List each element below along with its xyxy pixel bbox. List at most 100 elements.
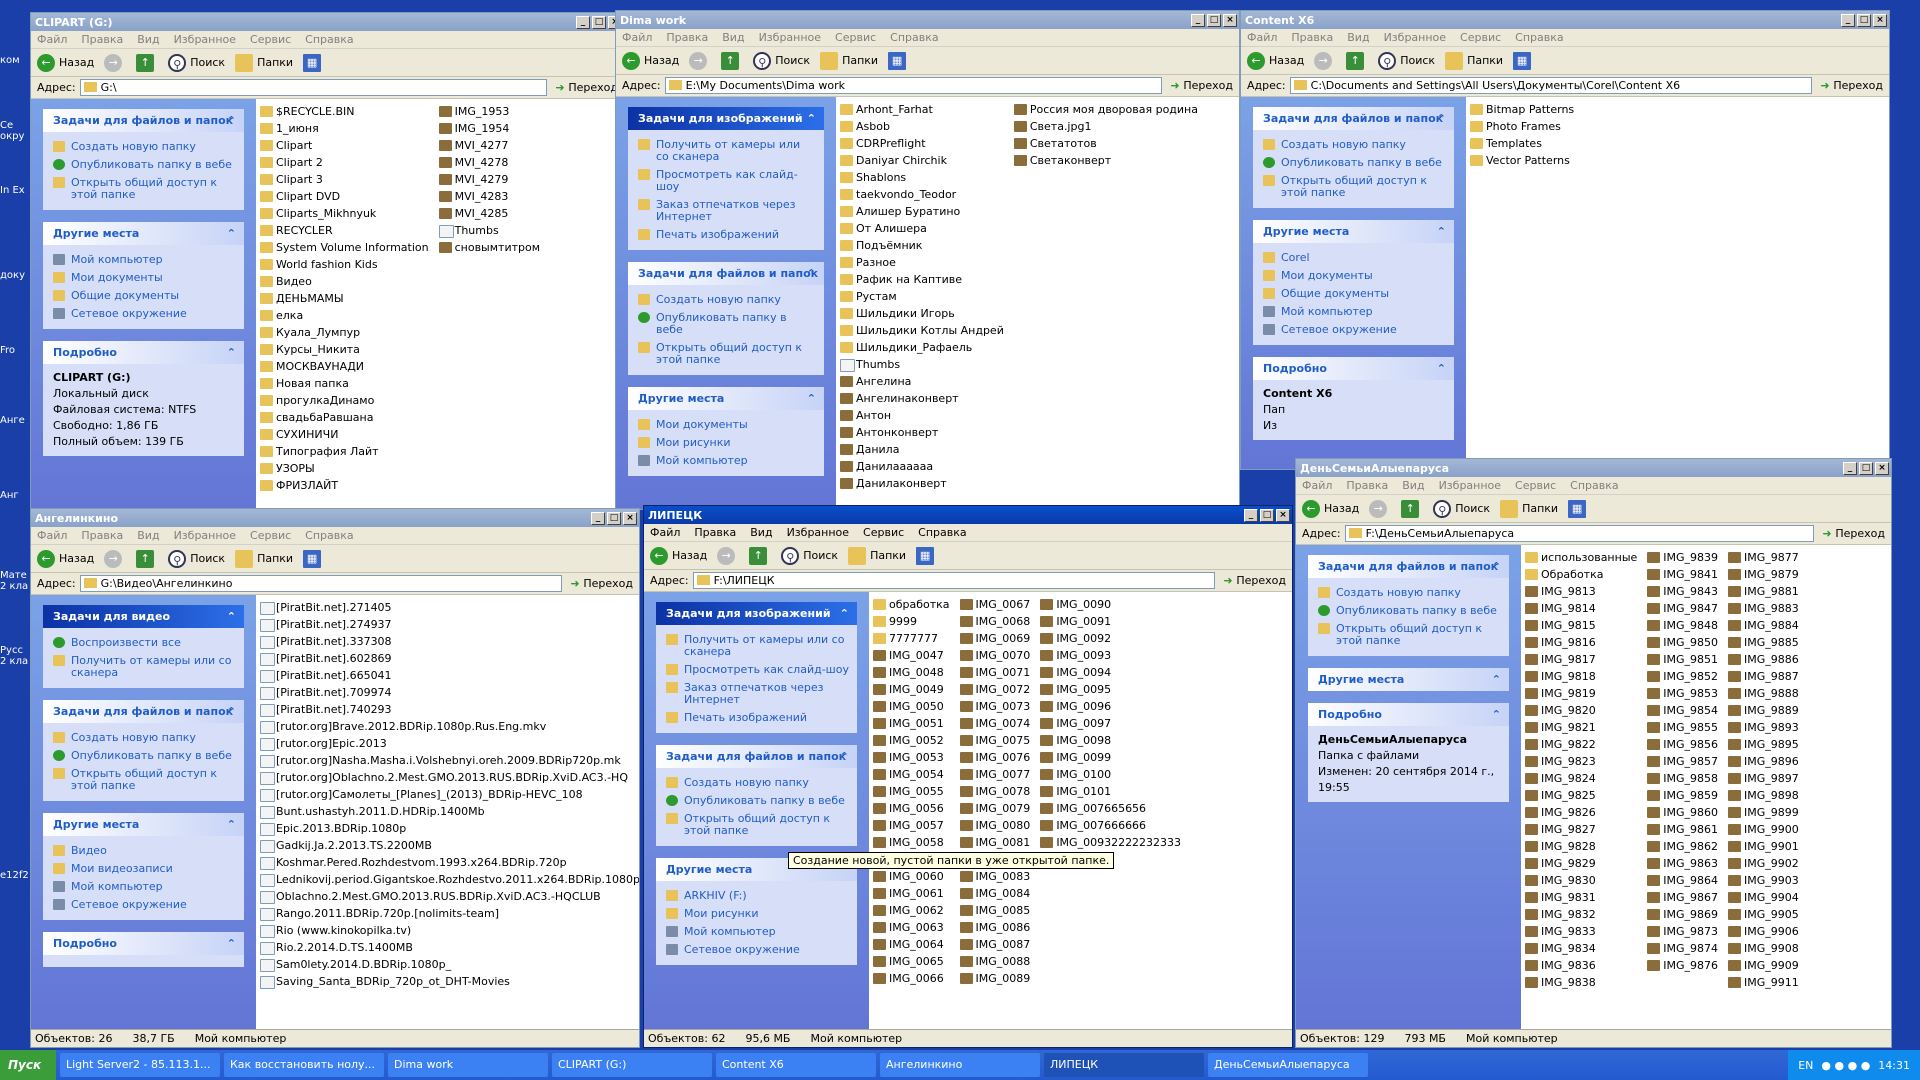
file-item[interactable]: От Алишера [838, 220, 1004, 237]
task-link[interactable]: ARKHIV (F:) [664, 887, 849, 905]
file-item[interactable]: IMG_9816 [1523, 634, 1637, 651]
file-item[interactable]: Bunt.ushastyh.2011.D.HDRip.1400Mb [258, 803, 639, 820]
file-item[interactable]: IMG_9839 [1645, 549, 1718, 566]
task-link[interactable]: Мой компьютер [636, 452, 816, 470]
file-item[interactable]: Алишер Буратино [838, 203, 1004, 220]
file-item[interactable]: IMG_0095 [1038, 681, 1181, 698]
file-item[interactable]: Saving_Santa_BDRip_720p_ot_DHT-Movies [258, 973, 639, 990]
file-item[interactable]: MVI_4278 [437, 154, 540, 171]
task-link[interactable]: Открыть общий доступ к этой папке [51, 765, 236, 795]
file-item[interactable]: IMG_9833 [1523, 923, 1637, 940]
back-button[interactable]: ← Назад [37, 549, 94, 568]
file-item[interactable]: Обработка [1523, 566, 1637, 583]
file-item[interactable]: IMG_9855 [1645, 719, 1718, 736]
file-item[interactable]: IMG_9905 [1726, 906, 1799, 923]
task-link[interactable]: Мой компьютер [51, 251, 236, 269]
file-item[interactable]: IMG_9879 [1726, 566, 1799, 583]
title-bar[interactable]: ДеньСемьиАлыепаруса _ □ × [1296, 459, 1891, 477]
file-item[interactable]: IMG_0062 [871, 902, 950, 919]
search-button[interactable]: ⚲ Поиск [781, 546, 838, 565]
minimize-button[interactable]: _ [1191, 13, 1205, 27]
file-item[interactable]: IMG_0073 [958, 698, 1030, 715]
address-input[interactable]: C:\Documents and Settings\All Users\Доку… [1289, 77, 1813, 94]
file-item[interactable]: CDRPreflight [838, 135, 1004, 152]
maximize-button[interactable]: □ [1207, 13, 1221, 27]
file-item[interactable]: Shablons [838, 169, 1004, 186]
folders-button[interactable]: Папки [1500, 499, 1558, 518]
fwd-button[interactable]: → [104, 53, 126, 72]
menu-item[interactable]: Справка [1515, 31, 1563, 44]
file-item[interactable]: Шильдики Котлы Андрей [838, 322, 1004, 339]
file-item[interactable]: IMG_0056 [871, 800, 950, 817]
file-item[interactable]: Asbob [838, 118, 1004, 135]
task-link[interactable]: Видео [51, 842, 236, 860]
file-item[interactable]: Thumbs [437, 222, 540, 239]
go-button[interactable]: Переход [1820, 79, 1883, 92]
language-indicator[interactable]: EN [1798, 1059, 1813, 1072]
menu-item[interactable]: Правка [1291, 31, 1333, 44]
task-link[interactable]: Создать новую папку [51, 138, 236, 156]
window-den-semi[interactable]: ДеньСемьиАлыепаруса _ □ × Файл Правка Вид Избра… [1295, 458, 1892, 1048]
file-item[interactable]: IMG_0071 [958, 664, 1030, 681]
menu-item[interactable]: Файл [1302, 479, 1332, 492]
menu-item[interactable]: Правка [81, 33, 123, 46]
file-item[interactable]: 1_июня [258, 120, 429, 137]
task-link[interactable]: Общие документы [1261, 285, 1446, 303]
folders-button[interactable]: Папки [820, 51, 878, 70]
fwd-button[interactable]: → [1314, 51, 1336, 70]
views-button[interactable]: ▦ [916, 546, 938, 565]
file-item[interactable]: [PiratBit.net].740293 [258, 701, 639, 718]
details-header[interactable]: Подробно [43, 341, 244, 364]
file-item[interactable]: IMG_0057 [871, 817, 950, 834]
menu-item[interactable]: Правка [666, 31, 708, 44]
task-panel-header[interactable]: Задачи для файлов и папок [1253, 107, 1454, 130]
file-item[interactable]: IMG_9903 [1726, 872, 1799, 889]
file-item[interactable]: использованные [1523, 549, 1637, 566]
file-item[interactable]: Шильдики Игорь [838, 305, 1004, 322]
file-item[interactable]: Epic.2013.BDRip.1080p [258, 820, 639, 837]
file-item[interactable]: IMG_9909 [1726, 957, 1799, 974]
file-item[interactable]: IMG_1954 [437, 120, 540, 137]
file-item[interactable]: ДЕНЬМАМЫ [258, 290, 429, 307]
file-item[interactable]: IMG_9814 [1523, 600, 1637, 617]
file-item[interactable]: свадьбаРавшана [258, 409, 429, 426]
file-item[interactable]: IMG_9820 [1523, 702, 1637, 719]
close-button[interactable]: × [1875, 461, 1889, 475]
file-item[interactable]: MVI_4279 [437, 171, 540, 188]
file-item[interactable]: IMG_0086 [958, 919, 1030, 936]
file-item[interactable]: MVI_4283 [437, 188, 540, 205]
views-button[interactable]: ▦ [1513, 51, 1535, 70]
task-link[interactable]: Открыть общий доступ к этой папке [1261, 172, 1446, 202]
file-item[interactable]: IMG_0092 [1038, 630, 1181, 647]
menu-item[interactable]: Избранное [759, 31, 821, 44]
file-item[interactable]: IMG_0090 [1038, 596, 1181, 613]
task-link[interactable]: Corel [1261, 249, 1446, 267]
menu-item[interactable]: Вид [137, 33, 159, 46]
fwd-button[interactable]: → [1369, 499, 1391, 518]
views-button[interactable]: ▦ [303, 549, 325, 568]
file-item[interactable]: taekvondo_Teodor [838, 186, 1004, 203]
minimize-button[interactable]: _ [1841, 13, 1855, 27]
file-item[interactable]: IMG_9858 [1645, 770, 1718, 787]
file-item[interactable]: прогулкаДинамо [258, 392, 429, 409]
file-item[interactable]: IMG_9850 [1645, 634, 1718, 651]
file-item[interactable]: IMG_9874 [1645, 940, 1718, 957]
file-item[interactable]: Подъёмник [838, 237, 1004, 254]
file-item[interactable]: IMG_9864 [1645, 872, 1718, 889]
file-item[interactable]: IMG_9873 [1645, 923, 1718, 940]
file-item[interactable]: IMG_9818 [1523, 668, 1637, 685]
taskbar-button[interactable]: Dima work [388, 1053, 548, 1077]
file-item[interactable]: IMG_9860 [1645, 804, 1718, 821]
file-item[interactable]: IMG_9851 [1645, 651, 1718, 668]
menu-item[interactable]: Справка [918, 526, 966, 539]
task-link[interactable]: Просмотреть как слайд-шоу [664, 661, 849, 679]
file-item[interactable]: IMG_0051 [871, 715, 950, 732]
task-panel-header[interactable]: Задачи для видео [43, 605, 244, 628]
title-bar[interactable]: Ангелинкино _ □ × [31, 509, 639, 527]
address-input[interactable]: E:\My Documents\Dima work [664, 77, 1163, 94]
file-item[interactable]: IMG_9896 [1726, 753, 1799, 770]
go-button[interactable]: Переход [555, 81, 618, 94]
back-button[interactable]: ← Назад [1302, 499, 1359, 518]
address-input[interactable]: G:\ [79, 79, 548, 96]
search-button[interactable]: ⚲ Поиск [1378, 51, 1435, 70]
